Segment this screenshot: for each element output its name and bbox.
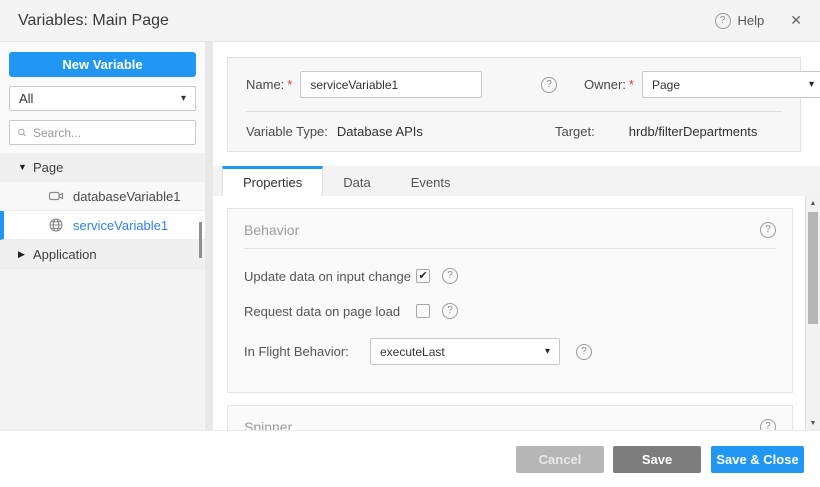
tree-item-application[interactable]: ▶ Application (0, 240, 205, 269)
owner-label: Owner: (584, 77, 626, 92)
chevron-down-icon: ▾ (545, 346, 550, 357)
database-variable-icon (48, 188, 64, 204)
property-label: Update data on input change (244, 269, 416, 284)
spinner-section-title: Spinner (244, 419, 292, 430)
spinner-help-icon[interactable]: ? (760, 419, 776, 430)
property-row-request-data: Request data on page load ? (244, 303, 776, 319)
tree-item-page[interactable]: ▼ Page (0, 153, 205, 182)
tree-item-label: serviceVariable1 (73, 218, 168, 233)
detail-tabs: Properties Data Events (213, 166, 820, 196)
variables-dialog: Variables: Main Page ? Help ✕ New Variab… (0, 0, 820, 487)
dialog-title: Variables: Main Page (18, 12, 169, 30)
tree-expanded-icon: ▼ (18, 162, 33, 172)
variable-filter-value: All (19, 91, 33, 106)
behavior-section: Behavior ? Update data on input change ✔… (227, 208, 793, 393)
owner-select[interactable]: Page ▾ (642, 71, 820, 98)
variable-summary-card: Name: * ? Owner: * Page ▾ ? (227, 57, 801, 152)
dialog-header: Variables: Main Page ? Help ✕ (0, 0, 820, 42)
behavior-section-header: Behavior ? (244, 222, 776, 238)
name-input[interactable] (300, 71, 482, 98)
help-link[interactable]: Help (738, 13, 765, 28)
search-input[interactable] (33, 126, 188, 140)
owner-value: Page (652, 78, 680, 92)
scroll-down-icon[interactable]: ▼ (810, 416, 817, 430)
service-variable-globe-icon (48, 217, 64, 233)
type-target-row: Variable Type: Database APIs Target: hrd… (246, 124, 782, 139)
scroll-up-icon[interactable]: ▲ (810, 196, 817, 210)
sidebar-controls: New Variable All ▾ (0, 42, 205, 153)
sidebar-scrollbar-thumb[interactable] (199, 222, 202, 258)
target-value: hrdb/filterDepartments (629, 124, 758, 139)
in-flight-behavior-value: executeLast (380, 345, 445, 359)
spinner-section-header: Spinner ? (244, 419, 776, 430)
cancel-button[interactable]: Cancel (516, 446, 604, 473)
property-row-in-flight-behavior: In Flight Behavior: executeLast ▾ ? (244, 338, 776, 365)
property-help-icon[interactable]: ? (576, 344, 592, 360)
new-variable-button[interactable]: New Variable (9, 52, 196, 77)
sidebar-empty-area (0, 269, 205, 430)
tree-item-label: Page (33, 160, 63, 175)
tree-item-label: Application (33, 247, 97, 262)
name-owner-row: Name: * ? Owner: * Page ▾ ? (246, 71, 782, 98)
scrollbar-thumb[interactable] (808, 212, 818, 324)
variable-type-group: Variable Type: Database APIs (246, 124, 528, 139)
owner-field-group: Owner: * Page ▾ (584, 71, 820, 98)
property-row-update-data: Update data on input change ✔ ? (244, 268, 776, 284)
vertical-scrollbar[interactable]: ▲ ▼ (805, 196, 820, 430)
tree-item-label: databaseVariable1 (73, 189, 180, 204)
close-icon[interactable]: ✕ (790, 12, 802, 29)
tab-events[interactable]: Events (391, 166, 471, 196)
tree-item-service-variable[interactable]: serviceVariable1 (0, 211, 205, 240)
target-label: Target: (555, 124, 595, 139)
variables-sidebar: New Variable All ▾ ▼ Page (0, 42, 205, 430)
save-and-close-button[interactable]: Save & Close (711, 446, 804, 473)
property-help-icon[interactable]: ? (442, 268, 458, 284)
search-icon (17, 126, 27, 139)
behavior-section-title: Behavior (244, 222, 299, 238)
behavior-help-icon[interactable]: ? (760, 222, 776, 238)
name-help-icon[interactable]: ? (541, 77, 557, 93)
variable-type-value: Database APIs (337, 124, 423, 139)
variable-detail-panel: Name: * ? Owner: * Page ▾ ? (213, 42, 820, 430)
name-field-group: Name: * (246, 71, 528, 98)
variables-tree: ▼ Page databaseVariable1 serviceVariable… (0, 153, 205, 269)
sidebar-divider (205, 42, 213, 430)
tree-item-database-variable[interactable]: databaseVariable1 (0, 182, 205, 211)
chevron-down-icon: ▾ (809, 79, 814, 90)
dialog-footer: Cancel Save Save & Close (0, 430, 820, 487)
property-help-icon[interactable]: ? (442, 303, 458, 319)
update-data-checkbox[interactable]: ✔ (416, 269, 430, 283)
tab-data[interactable]: Data (323, 166, 390, 196)
tab-properties[interactable]: Properties (222, 166, 323, 196)
form-divider (246, 111, 782, 112)
variable-search (9, 120, 196, 145)
required-marker: * (287, 77, 292, 92)
variable-type-label: Variable Type: (246, 124, 328, 139)
in-flight-behavior-select[interactable]: executeLast ▾ (370, 338, 560, 365)
chevron-down-icon: ▾ (181, 93, 186, 104)
header-actions: ? Help ✕ (715, 12, 802, 29)
request-data-checkbox[interactable] (416, 304, 430, 318)
name-label: Name: (246, 77, 284, 92)
properties-scroll-area: Behavior ? Update data on input change ✔… (213, 196, 820, 430)
spinner-section: Spinner ? (227, 405, 793, 430)
help-icon[interactable]: ? (715, 13, 731, 29)
variable-filter-select[interactable]: All ▾ (9, 86, 196, 111)
required-marker: * (629, 77, 634, 92)
target-group: Target: hrdb/filterDepartments (555, 124, 757, 139)
property-label: In Flight Behavior: (244, 344, 370, 359)
properties-panel: Behavior ? Update data on input change ✔… (213, 196, 805, 430)
property-label: Request data on page load (244, 304, 416, 319)
section-divider (244, 248, 776, 249)
save-button[interactable]: Save (613, 446, 701, 473)
dialog-body: New Variable All ▾ ▼ Page (0, 42, 820, 430)
tree-collapsed-icon: ▶ (18, 249, 33, 260)
